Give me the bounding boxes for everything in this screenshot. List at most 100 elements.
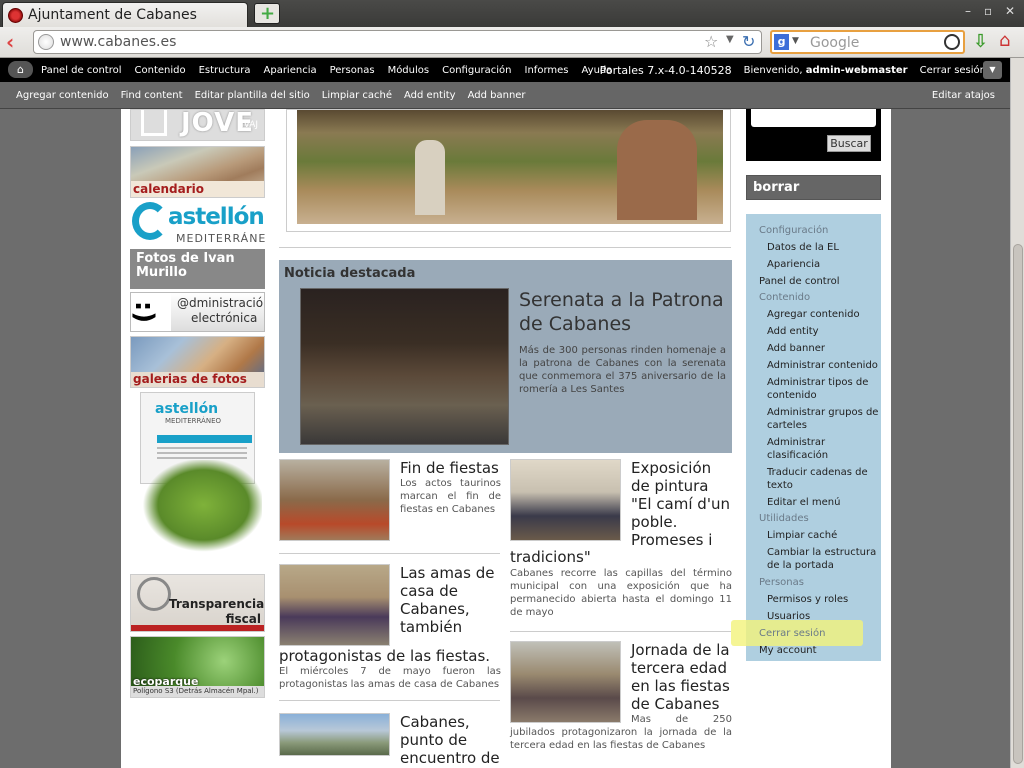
calendario-contribuyente-banner[interactable]: calendario contribuyente [130,146,265,198]
menu-item-administrar-grupos[interactable]: Administrar grupos de carteles [767,406,879,432]
menu-item-traducir-cadenas[interactable]: Traducir cadenas de texto [767,466,875,492]
minimize-icon[interactable]: – [965,4,971,18]
menu-item-configuracion[interactable]: Configuración [759,224,828,237]
search-input[interactable]: Google [810,35,859,51]
shortcut-editar-plantilla[interactable]: Editar plantilla del sitio [195,90,310,101]
transparencia-fiscal-banner[interactable]: Transparencia fiscal [130,574,265,632]
menu-item-editar-menu[interactable]: Editar el menú [767,496,840,509]
galerias-de-fotos-banner[interactable]: galerias de fotos [130,336,265,388]
featured-image[interactable] [300,288,509,445]
menu-item-administrar-contenido[interactable]: Administrar contenido [767,359,879,372]
menu-item-personas[interactable]: Personas [759,576,804,589]
ivaj-label: IVAJ [241,120,259,130]
menu-item-usuarios[interactable]: Usuarios [767,610,810,623]
toolbar-item-informes[interactable]: Informes [525,65,569,76]
menu-item-add-banner[interactable]: Add banner [767,342,825,355]
shortcut-add-entity[interactable]: Add entity [404,90,456,101]
edit-shortcuts-link[interactable]: Editar atajos [932,90,995,101]
menu-item-apariencia[interactable]: Apariencia [767,258,820,271]
reload-icon[interactable]: ↻ [742,32,755,51]
toolbar-home-icon[interactable]: ⌂ [8,61,33,78]
engine-dropdown-icon[interactable]: ▼ [792,36,799,46]
administracion-electronica-banner[interactable]: :) @dministración electrónica [130,292,265,332]
news-title-block: Exposición de pintura "El camí d'un pobl… [510,459,732,619]
site-search-input[interactable] [751,109,876,127]
toolbar-item-contenido[interactable]: Contenido [135,65,186,76]
shortcut-add-banner[interactable]: Add banner [468,90,526,101]
close-icon[interactable]: ✕ [1005,4,1015,18]
news-title-end[interactable]: tradicions" [510,548,732,566]
menu-item-datos-el[interactable]: Datos de la EL [767,241,839,254]
menu-item-cambiar-estructura[interactable]: Cambiar la estructura de la portada [767,546,877,572]
news-item: Las amas de casa de Cabanes, también pro… [279,564,501,694]
logout-link[interactable]: Cerrar sesión [920,65,986,76]
vertical-scrollbar[interactable] [1010,58,1024,768]
search-icon[interactable] [944,34,960,50]
jove-banner[interactable]: JOVE IVAJ [130,109,265,141]
jove-logo-icon [141,110,167,136]
borrar-block-header: borrar [746,175,881,200]
ecoparque-banner[interactable]: ecoparque Polígono S3 (Detrás Almacén Mp… [130,636,265,698]
toolbar-item-modulos[interactable]: Módulos [388,65,430,76]
news-text: Los actos taurinos marcan el fin de fies… [400,478,501,515]
menu-item-limpiar-cache[interactable]: Limpiar caché [767,529,837,542]
bookmark-star-icon[interactable]: ☆ [704,32,718,51]
menu-item-add-entity[interactable]: Add entity [767,325,819,338]
fotos-ivan-murillo-banner[interactable]: Fotos de Ivan Murillo [130,249,265,289]
hero-image[interactable] [297,110,723,224]
browser-tab[interactable]: Ajuntament de Cabanes [2,2,248,27]
galerias-label: galerias de fotos [131,372,264,387]
divider [279,700,500,701]
ecoparque-address: Polígono S3 (Detrás Almacén Mpal.) [131,686,264,697]
menu-item-administrar-clasificacion[interactable]: Administrar clasificación [767,436,867,462]
history-dropdown-icon[interactable]: ▼ [726,34,734,45]
province-map-image [132,460,262,560]
fotos-ivan-label: Fotos de Ivan Murillo [136,251,235,280]
google-icon[interactable]: g [774,34,789,50]
toolbar-item-panel[interactable]: Panel de control [41,65,122,76]
menu-item-utilidades[interactable]: Utilidades [759,512,809,525]
download-icon[interactable]: ⇩ [973,31,988,52]
castellon-mediterraneo-banner[interactable]: astellón MEDITERRÁNEO [130,202,265,247]
toolbar-toggle-icon[interactable]: ▼ [983,61,1002,79]
scrollbar-thumb[interactable] [1013,244,1023,764]
news-image[interactable] [279,564,390,646]
menu-item-cerrar-sesion[interactable]: Cerrar sesión [759,627,825,640]
menu-item-administrar-tipos[interactable]: Administrar tipos de contenido [767,376,875,402]
toolbar-item-configuracion[interactable]: Configuración [442,65,511,76]
menu-item-permisos-roles[interactable]: Permisos y roles [767,593,848,606]
toolbar-item-personas[interactable]: Personas [330,65,375,76]
smiley-icon: :) [130,300,160,324]
maximize-icon[interactable]: ▫ [984,4,992,18]
shortcut-agregar-contenido[interactable]: Agregar contenido [16,90,109,101]
news-title-part[interactable]: Exposición de pintura "El camí d'un pobl… [631,459,732,549]
back-arrow-icon[interactable]: ‹ [6,31,28,53]
news-image[interactable] [279,713,390,756]
news-title-part[interactable]: Las amas de casa de Cabanes, también [400,564,501,654]
news-title-end[interactable]: protagonistas de las fiestas. [279,647,501,665]
menu-item-panel-control[interactable]: Panel de control [759,275,840,288]
site-search-block: Buscar [746,109,881,161]
news-title[interactable]: Cabanes, punto de encuentro de [400,713,501,767]
admin-line1: @dministración [177,296,265,310]
search-box[interactable]: g ▼ Google [770,30,965,54]
url-text[interactable]: www.cabanes.es [60,34,176,50]
toolbar-item-apariencia[interactable]: Apariencia [264,65,317,76]
news-title[interactable]: Jornada de la tercera edad en las fiesta… [631,641,732,713]
username[interactable]: admin-webmaster [806,65,908,76]
news-image[interactable] [279,459,390,541]
guia-castellon-banner[interactable]: astellón MEDITERRÁNEO [130,392,265,567]
shortcut-find-content[interactable]: Find content [121,90,183,101]
home-icon[interactable]: ⌂ [999,30,1010,51]
menu-item-contenido[interactable]: Contenido [759,291,810,304]
search-button[interactable]: Buscar [827,135,871,152]
menu-item-my-account[interactable]: My account [759,644,817,657]
news-title[interactable]: Fin de fiestas [400,459,501,477]
address-bar[interactable]: www.cabanes.es ☆ ▼ ↻ [33,30,762,54]
toolbar-item-estructura[interactable]: Estructura [199,65,251,76]
news-image[interactable] [510,641,621,723]
menu-item-agregar-contenido[interactable]: Agregar contenido [767,308,860,321]
new-tab-button[interactable]: + [254,3,280,24]
featured-title[interactable]: Serenata a la Patrona de Cabanes [519,288,724,336]
shortcut-limpiar-cache[interactable]: Limpiar caché [322,90,392,101]
